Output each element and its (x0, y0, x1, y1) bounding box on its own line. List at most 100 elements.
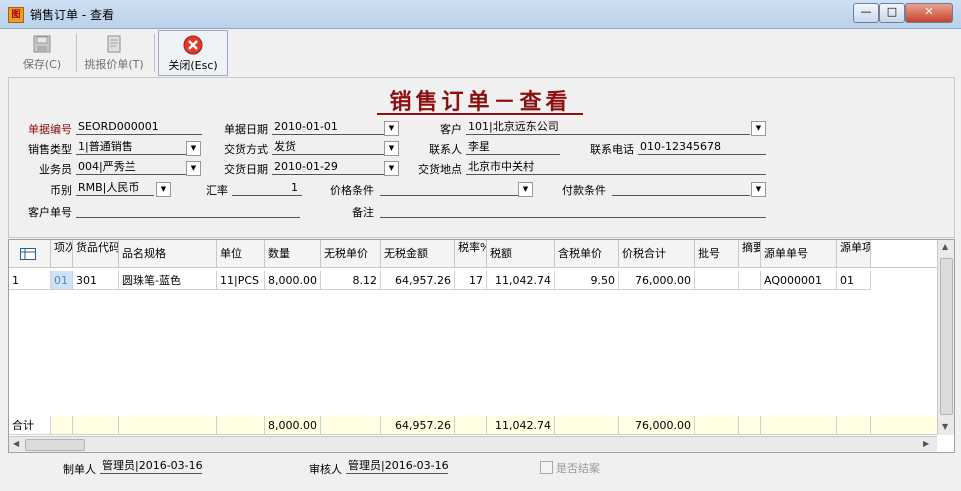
col-header-qty[interactable]: 数量 (265, 240, 321, 268)
form-title-underline (377, 113, 583, 115)
grid-header-filler (871, 240, 937, 268)
col-header-price[interactable]: 无税单价 (321, 240, 381, 268)
form-title: 销售订单－查看 (389, 89, 572, 115)
cell-src-seq[interactable]: 01 (837, 271, 871, 290)
chevron-down-icon[interactable]: ▼ (384, 161, 399, 176)
cell-price[interactable]: 8.12 (321, 271, 381, 290)
salesman-label: 业务员 (39, 163, 72, 176)
col-header-name[interactable]: 品名规格 (119, 240, 217, 268)
col-header-src-no[interactable]: 源单单号 (761, 240, 837, 268)
scroll-down-icon[interactable]: ▼ (942, 422, 948, 431)
col-header-total[interactable]: 价税合计 (619, 240, 695, 268)
vertical-scrollbar[interactable]: ▲ ▼ (937, 240, 954, 435)
phone-label: 联系电话 (590, 143, 634, 156)
contact-field[interactable]: 李星 (466, 139, 560, 155)
footer: 制单人 管理员|2016-03-16 审核人 管理员|2016-03-16 是否… (8, 453, 953, 485)
cell-summary[interactable] (739, 271, 761, 290)
cell-code[interactable]: 301 (73, 271, 119, 290)
cell-tax-price[interactable]: 9.50 (555, 271, 619, 290)
chevron-down-icon[interactable]: ▼ (186, 141, 201, 156)
scroll-up-icon[interactable]: ▲ (942, 242, 948, 251)
scroll-right-icon[interactable]: ▶ (923, 439, 929, 448)
cell-total[interactable]: 76,000.00 (619, 271, 695, 290)
doc-date-field[interactable]: 2010-01-01 (272, 119, 384, 135)
totals-cell (321, 416, 381, 435)
cell-unit[interactable]: 11|PCS (217, 271, 265, 290)
vertical-scroll-thumb[interactable] (940, 258, 953, 415)
totals-cell (455, 416, 487, 435)
cell-amount[interactable]: 64,957.26 (381, 271, 455, 290)
col-header-batch[interactable]: 批号 (695, 240, 739, 268)
close-button[interactable]: 关闭(Esc) (158, 30, 228, 76)
payment-terms-field[interactable] (612, 180, 750, 196)
cell-src-no[interactable]: AQ000001 (761, 271, 837, 290)
cell-name[interactable]: 圆珠笔-蓝色 (119, 271, 217, 290)
doc-date-label: 单据日期 (224, 123, 268, 136)
toolbar: 保存(C) 挑报价单(T) 关闭(Esc) (8, 30, 953, 76)
col-header-summary[interactable]: 摘要 (739, 240, 761, 268)
chevron-down-icon[interactable]: ▼ (384, 141, 399, 156)
delivery-method-field[interactable]: 发货 (272, 139, 384, 155)
salesman-field[interactable]: 004|严秀兰 (76, 159, 186, 175)
delivery-method-label: 交货方式 (224, 143, 268, 156)
customer-doc-field[interactable] (76, 202, 300, 218)
minimize-button[interactable]: — (853, 3, 879, 23)
cell-tax-rate[interactable]: 17 (455, 271, 487, 290)
horizontal-scrollbar[interactable]: ◀ ▶ (9, 436, 937, 452)
closed-checkbox[interactable] (540, 461, 553, 474)
cell-tax[interactable]: 11,042.74 (487, 271, 555, 290)
maker-label: 制单人 (63, 463, 96, 476)
totals-total: 76,000.00 (619, 416, 695, 435)
grid-icon (20, 248, 36, 260)
horizontal-scroll-thumb[interactable] (25, 439, 85, 451)
chevron-down-icon[interactable]: ▼ (186, 161, 201, 176)
cell-batch[interactable] (695, 271, 739, 290)
col-header-tax-price[interactable]: 含税单价 (555, 240, 619, 268)
totals-tax: 11,042.74 (487, 416, 555, 435)
chevron-down-icon[interactable]: ▼ (384, 121, 399, 136)
phone-field[interactable]: 010-12345678 (638, 139, 766, 155)
maker-field: 管理员|2016-03-16 (100, 459, 202, 474)
doc-no-field[interactable]: SEORD000001 (76, 119, 202, 135)
col-header-amount[interactable]: 无税金额 (381, 240, 455, 268)
chevron-down-icon[interactable]: ▼ (156, 182, 171, 197)
remark-field[interactable] (380, 202, 766, 218)
close-window-button[interactable]: ✕ (905, 3, 953, 23)
col-header-tax-rate[interactable]: 税率% (455, 240, 487, 268)
rate-field[interactable]: 1 (232, 180, 302, 196)
sales-type-label: 销售类型 (28, 143, 72, 156)
scroll-left-icon[interactable]: ◀ (13, 439, 19, 448)
col-header-src-seq[interactable]: 源单项次 (837, 240, 871, 268)
col-header-tax[interactable]: 税额 (487, 240, 555, 268)
save-button[interactable]: 保存(C) (12, 30, 72, 74)
line-items-grid: 项次 货品代码 品名规格 单位 数量 无税单价 无税金额 税率% 税额 含税单价… (8, 239, 955, 453)
cell-qty[interactable]: 8,000.00 (265, 271, 321, 290)
totals-label: 合计 (9, 416, 51, 435)
totals-amount: 64,957.26 (381, 416, 455, 435)
customer-doc-label: 客户单号 (28, 206, 72, 219)
price-terms-field[interactable] (380, 180, 518, 196)
chevron-down-icon[interactable]: ▼ (518, 182, 533, 197)
close-icon (183, 35, 203, 55)
totals-cell (73, 416, 119, 435)
delivery-date-field[interactable]: 2010-01-29 (272, 159, 384, 175)
cell-seq[interactable]: 01 (51, 271, 73, 290)
maximize-button[interactable]: □ (879, 3, 905, 23)
pick-quote-button[interactable]: 挑报价单(T) (80, 30, 148, 74)
save-label: 保存(C) (22, 58, 62, 71)
delivery-place-field[interactable]: 北京市中关村 (466, 159, 766, 175)
price-terms-label: 价格条件 (330, 184, 374, 197)
chevron-down-icon[interactable]: ▼ (751, 182, 766, 197)
sales-type-field[interactable]: 1|普通销售 (76, 139, 186, 155)
col-header-code[interactable]: 货品代码 (73, 240, 119, 268)
col-header-unit[interactable]: 单位 (217, 240, 265, 268)
grid-corner[interactable] (9, 240, 51, 268)
customer-field[interactable]: 101|北京远东公司 (466, 119, 750, 135)
title-bar: 图 销售订单 - 查看 — □ ✕ (0, 0, 961, 29)
currency-field[interactable]: RMB|人民币 (76, 180, 154, 196)
delivery-place-label: 交货地点 (418, 163, 462, 176)
totals-cell (695, 416, 739, 435)
col-header-seq[interactable]: 项次 (51, 240, 73, 268)
totals-cell (871, 416, 937, 435)
chevron-down-icon[interactable]: ▼ (751, 121, 766, 136)
